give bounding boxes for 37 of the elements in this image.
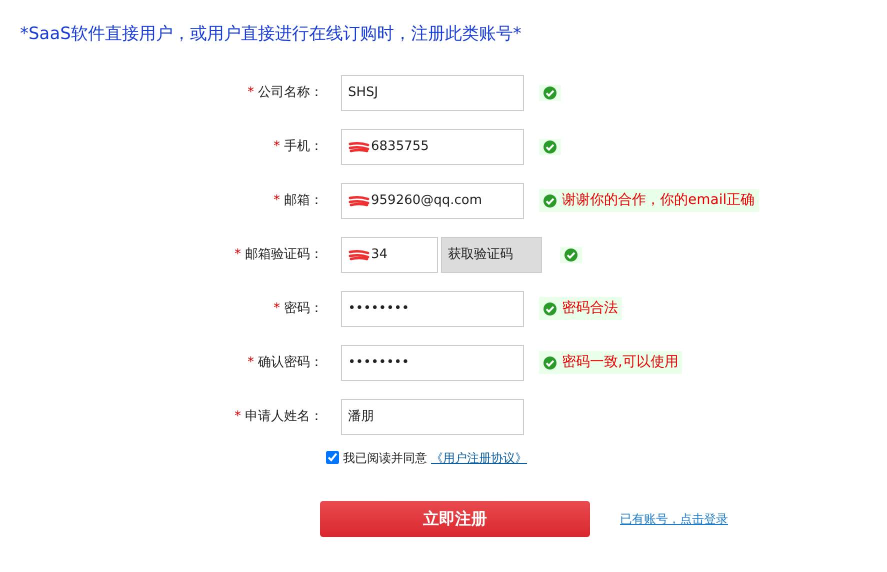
required-mark: * [234, 246, 241, 262]
validation-text: 谢谢你的合作，你的email正确 [562, 191, 755, 210]
required-mark: * [248, 84, 254, 100]
form-title: *SaaS软件直接用户，或用户直接进行在线订购时，注册此类账号* [20, 23, 522, 46]
input-field[interactable]: •••••••• [341, 344, 524, 380]
check-icon [543, 140, 557, 154]
input-field[interactable]: •••••••• [341, 290, 524, 326]
check-icon [543, 356, 557, 370]
register-button[interactable]: 立即注册 [320, 500, 590, 536]
login-link[interactable]: 已有账号，点击登录 [620, 510, 728, 528]
field-label: 邮箱验证码： [245, 246, 323, 262]
validation-text: 密码一致,可以使用 [562, 353, 678, 372]
check-icon [564, 248, 578, 262]
required-mark: * [274, 300, 280, 316]
input-field[interactable]: 959260@qq.com [341, 182, 524, 218]
input-field[interactable]: SHSJ [341, 74, 524, 110]
check-icon [543, 86, 557, 100]
required-mark: * [274, 192, 280, 208]
agree-checkbox[interactable] [326, 451, 339, 464]
get-code-button[interactable]: 获取验证码 [441, 236, 542, 272]
agreement-text: 我已阅读并同意 [343, 450, 427, 466]
check-icon [543, 302, 557, 316]
required-mark: * [248, 354, 254, 370]
input-field[interactable]: 6835755 [341, 128, 524, 164]
field-label: 密码： [284, 300, 323, 316]
validation-text: 密码合法 [562, 299, 618, 318]
field-label: 申请人姓名： [245, 408, 323, 424]
input-field[interactable]: 34 [341, 236, 438, 272]
agreement-link[interactable]: 《用户注册协议》 [431, 448, 527, 466]
check-icon [543, 194, 557, 208]
input-field[interactable]: 潘朋 [341, 398, 524, 434]
required-mark: * [234, 408, 241, 424]
field-label: 确认密码： [258, 354, 323, 370]
field-label: 公司名称： [258, 84, 323, 100]
required-mark: * [274, 138, 280, 154]
field-label: 手机： [284, 138, 323, 154]
field-label: 邮箱： [284, 192, 323, 208]
